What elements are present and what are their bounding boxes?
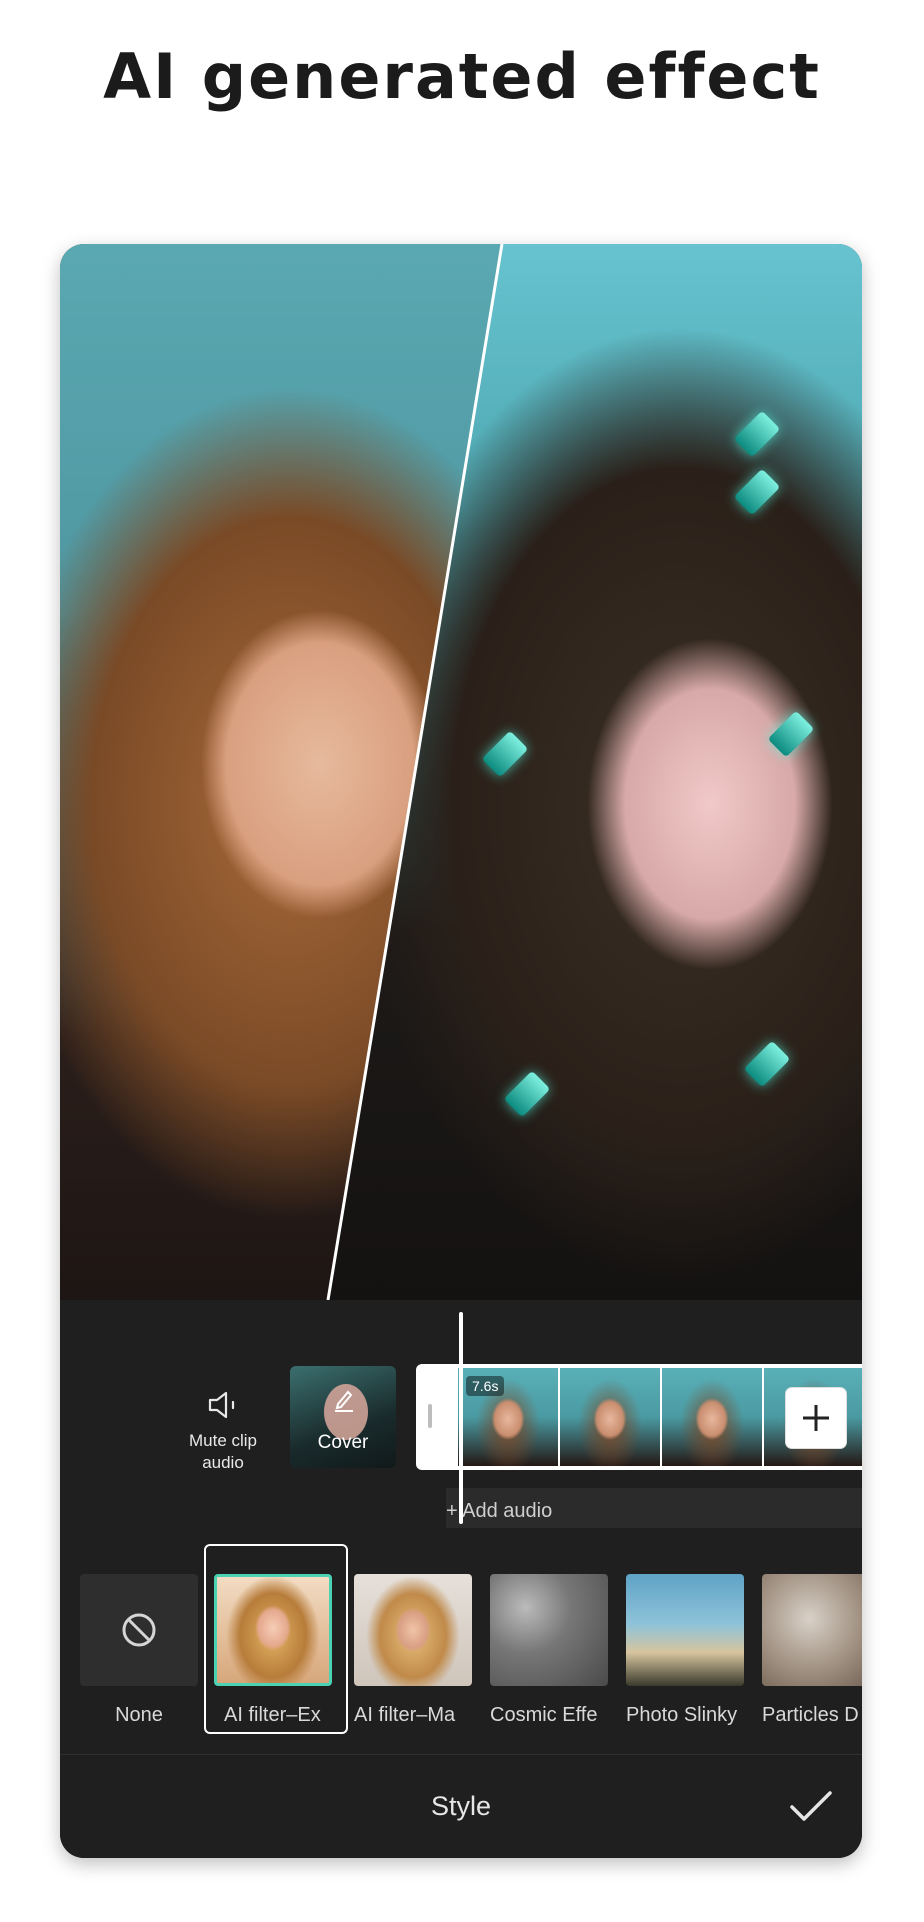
cover-button[interactable]: Cover — [290, 1366, 396, 1468]
panel-title: Style — [430, 1791, 492, 1821]
style-none-thumb — [80, 1574, 198, 1686]
clip-duration-badge: 7.6s — [466, 1376, 505, 1396]
video-preview[interactable] — [60, 244, 862, 1300]
no-symbol-icon — [122, 1613, 156, 1647]
style-particles-thumb — [762, 1574, 862, 1686]
plus-icon — [803, 1405, 829, 1431]
bottom-bar: Style — [60, 1754, 862, 1858]
style-label: Cosmic Effe — [490, 1704, 598, 1726]
style-ai-filter-ma[interactable]: AI filter–Ma — [354, 1574, 472, 1727]
style-selector-strip: None AI filter–Ex AI filter–Ma Cosmic Ef… — [60, 1534, 862, 1754]
style-label: Particles D — [762, 1704, 859, 1726]
speaker-icon — [208, 1391, 235, 1419]
clip-frame — [662, 1368, 762, 1466]
style-label: AI filter–Ma — [354, 1704, 456, 1726]
checkmark-icon[interactable] — [788, 1789, 834, 1825]
playhead[interactable] — [459, 1312, 463, 1524]
editor-window: Mute clip audio Cover 7.6s + Add audio N… — [60, 244, 862, 1858]
edit-pencil-icon — [335, 1390, 353, 1412]
style-particles[interactable]: Particles D — [762, 1574, 862, 1727]
style-label: None — [115, 1704, 163, 1726]
style-none[interactable]: None — [80, 1574, 198, 1727]
mute-clip-audio-label: Mute clip audio — [188, 1431, 258, 1472]
style-label: AI filter–Ex — [224, 1704, 321, 1726]
style-ai-filter-ex-thumb — [214, 1574, 332, 1686]
add-audio-button[interactable]: + Add audio — [446, 1488, 862, 1528]
style-ai-filter-ma-thumb — [354, 1574, 472, 1686]
clip-trim-handle[interactable] — [428, 1404, 432, 1428]
add-clip-button[interactable] — [786, 1388, 846, 1448]
cover-label: Cover — [317, 1432, 369, 1453]
headline: AI generated effect — [103, 40, 821, 113]
style-photo-slinky-thumb — [626, 1574, 744, 1686]
split-divider-line — [326, 244, 504, 1300]
style-photo-slinky[interactable]: Photo Slinky — [626, 1574, 744, 1727]
style-cosmic-effect-thumb — [490, 1574, 608, 1686]
style-cosmic-effect[interactable]: Cosmic Effe — [490, 1574, 608, 1727]
style-label: Photo Slinky — [626, 1704, 738, 1726]
mute-clip-audio-button[interactable]: Mute clip audio — [168, 1390, 278, 1474]
clip-frame — [560, 1368, 660, 1466]
style-ai-filter-ex[interactable]: AI filter–Ex — [214, 1574, 332, 1727]
